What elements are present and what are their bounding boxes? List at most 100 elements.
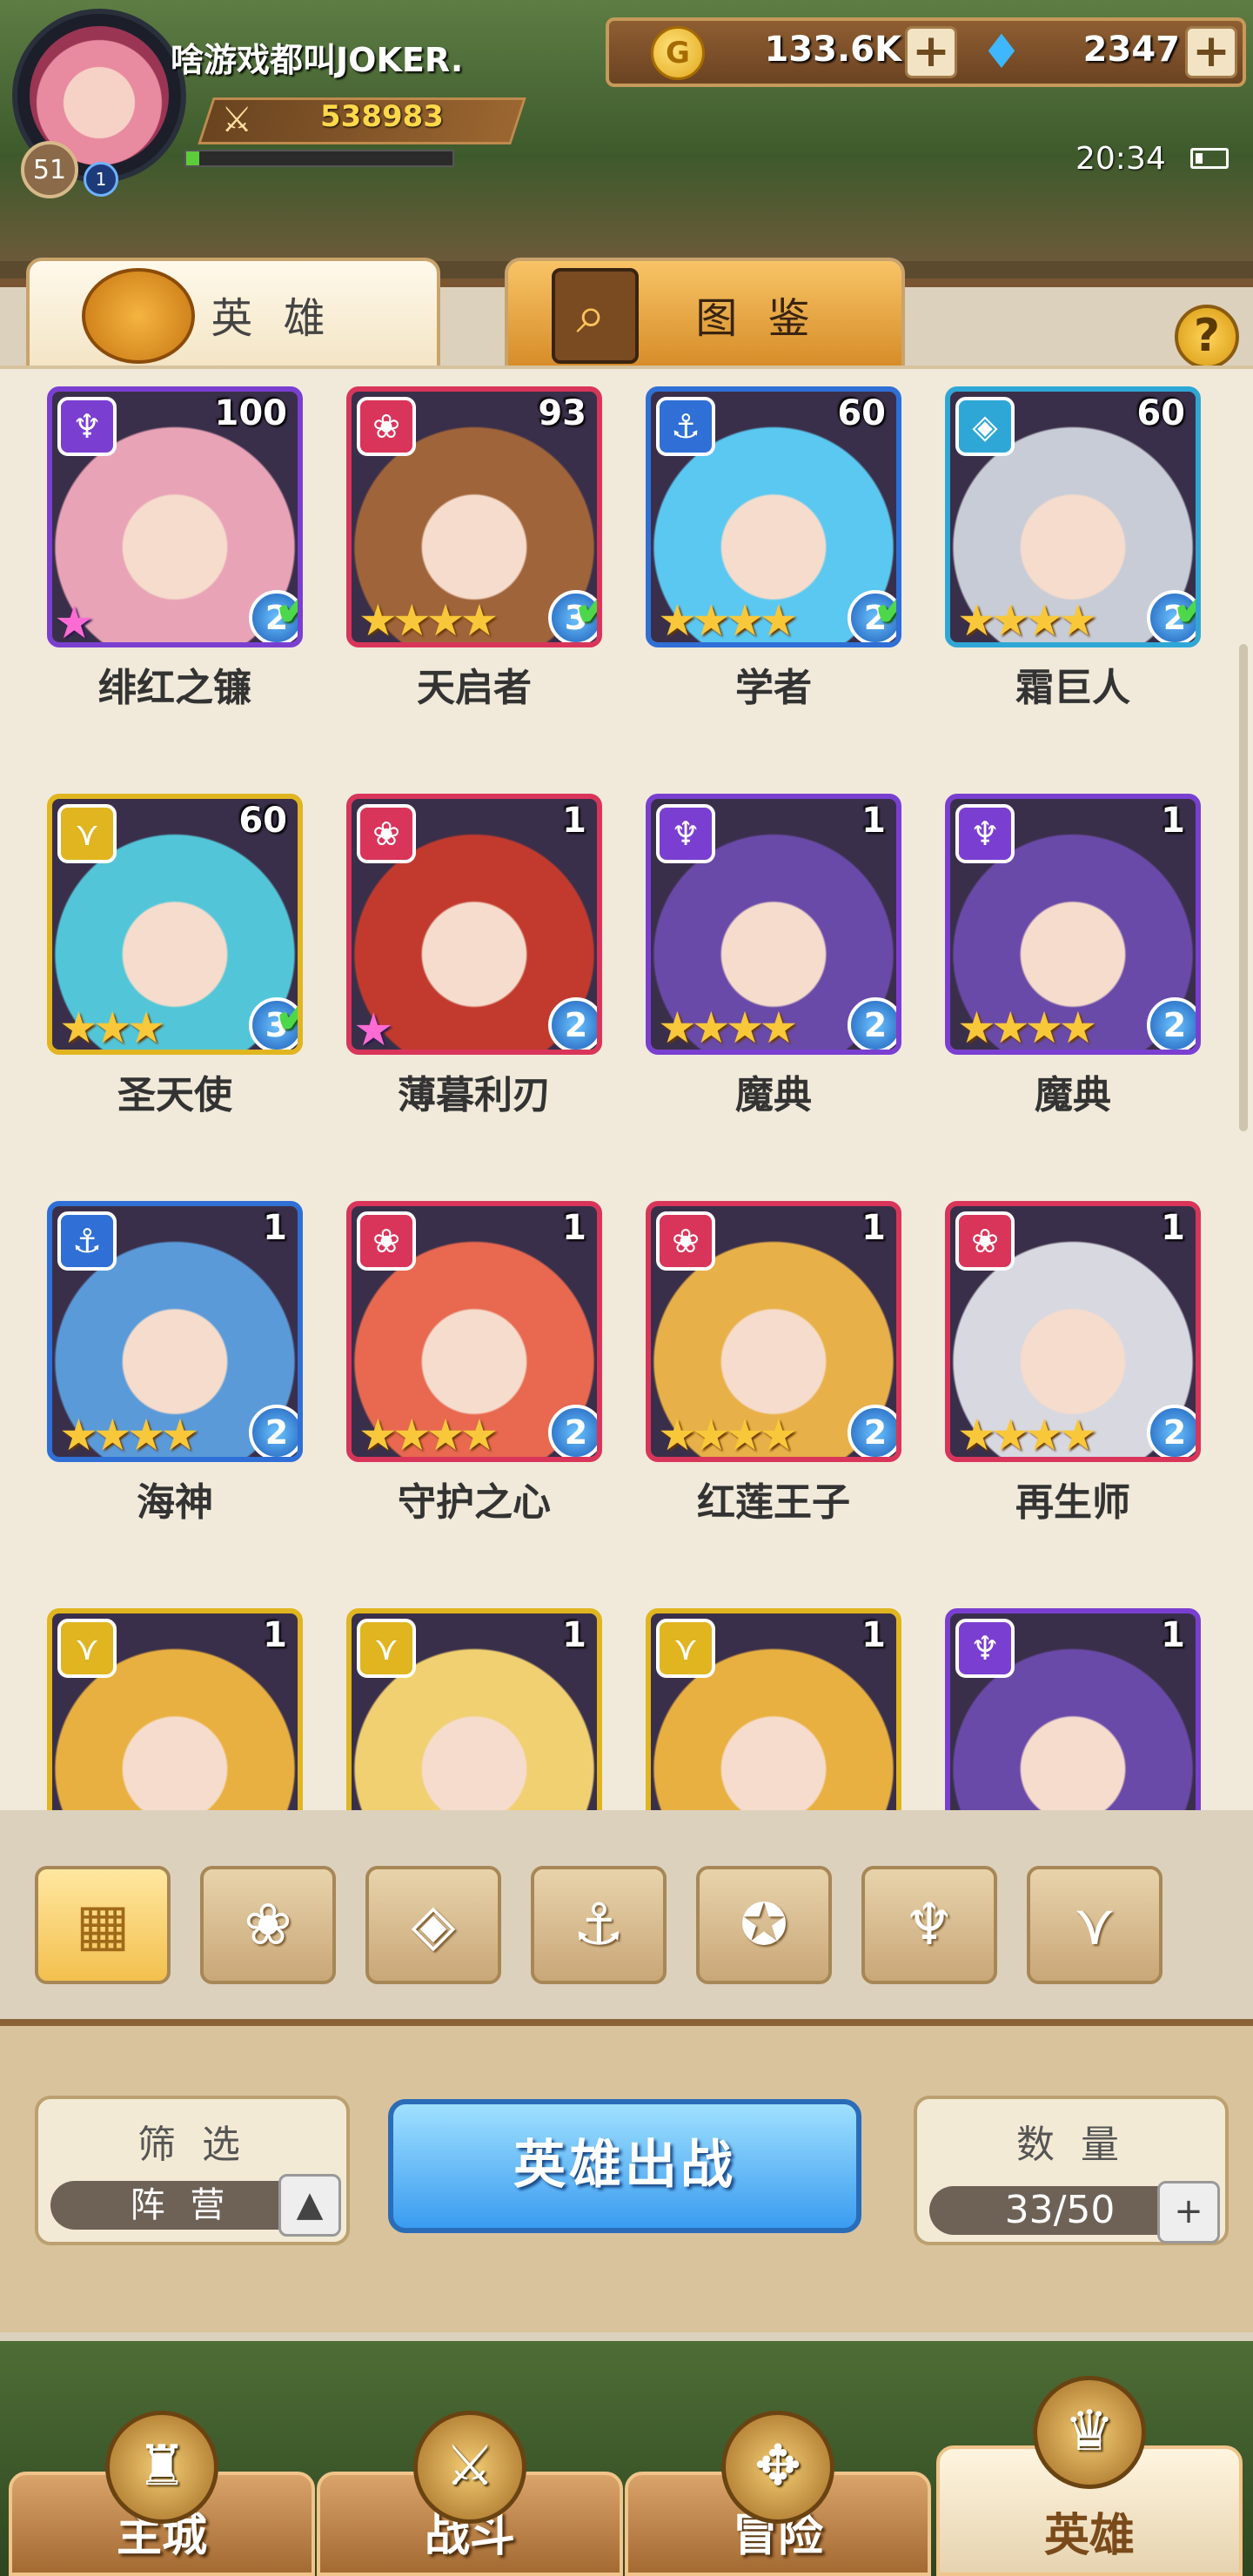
filter-title: 筛 选 xyxy=(137,2123,247,2167)
star-rating: ★★★★ xyxy=(658,1410,798,1460)
hero-card[interactable]: ♆ 1 ★★★★ 2 魔典 xyxy=(646,794,901,1121)
hero-level: 1 xyxy=(562,1208,586,1248)
castle-icon: ♜ xyxy=(105,2411,218,2524)
wing-icon: ⋎ xyxy=(357,1619,416,1678)
hero-name: 天启者 xyxy=(417,666,532,710)
filter-wing-button[interactable]: ⋎ xyxy=(1027,1866,1163,1984)
hero-card[interactable]: ❀ 1 ★★★★ 2 守护之心 xyxy=(346,1201,602,1528)
hero-level: 1 xyxy=(263,1208,287,1248)
hero-portrait: ❀ 1 ★★★★ 2 xyxy=(646,1201,901,1462)
help-button[interactable]: ? xyxy=(1175,305,1239,369)
hero-portrait: ◈ 60★★★★2✔ xyxy=(945,386,1201,647)
hero-level: 93 xyxy=(538,393,586,433)
hero-name: 薄暮利刃 xyxy=(398,1073,551,1117)
count-panel: 数 量 33/50 + xyxy=(914,2096,1229,2245)
anchor-icon: ⚓ xyxy=(573,1891,625,1958)
hero-portrait: ♆ 1 ★★★★ 2 xyxy=(646,794,901,1055)
hero-portrait: ⋎ 1 xyxy=(47,1608,303,1810)
hero-card[interactable]: ⋎ 1 xyxy=(346,1608,602,1810)
star-rating: ★★★★ xyxy=(358,1410,499,1460)
hero-name: 海神 xyxy=(137,1480,213,1525)
hero-card[interactable]: ♆ 1 xyxy=(945,1608,1201,1810)
hero-card[interactable]: ❀ 1 ★★★★ 2 再生师 xyxy=(945,1201,1201,1528)
add-slot-button[interactable]: + xyxy=(1157,2181,1220,2244)
filter-diamond-button[interactable]: ◈ xyxy=(365,1866,501,1984)
hero-card[interactable]: ⚓ 60★★★★2✔学者 xyxy=(646,386,901,714)
lotus-icon: ❀ xyxy=(357,1211,416,1271)
hero-portrait: ❀ 1 ★ 2 xyxy=(346,794,602,1055)
hero-card[interactable]: ◈ 60★★★★2✔ 霜巨人 xyxy=(945,386,1201,714)
battery-icon xyxy=(1190,148,1229,169)
hero-card[interactable]: ♆ 1 ★★★★ 2 魔典 xyxy=(945,794,1201,1121)
hero-level: 1 xyxy=(1161,801,1185,841)
tab-heroes[interactable]: 英 雄 xyxy=(26,258,440,371)
lotus-icon: ❀ xyxy=(244,1891,292,1958)
horn-icon: ♆ xyxy=(955,1619,1015,1678)
hero-grid[interactable]: ♆ 100★2✔绯红之镰 ❀ 93★★★★3✔天启者 ⚓ 60★★★★2✔学者 … xyxy=(0,366,1253,1810)
filter-grid-button[interactable]: ▦ xyxy=(35,1866,171,1984)
crossed-swords-icon: ⚔ xyxy=(413,2411,526,2524)
hero-card[interactable]: ❀ 93★★★★3✔天启者 xyxy=(346,386,602,714)
hero-name: 红莲王子 xyxy=(697,1480,850,1525)
horn-icon: ♆ xyxy=(57,397,117,456)
player-name: 啥游戏都叫JOKER. xyxy=(171,41,464,79)
hero-crest-icon: ♛ xyxy=(1033,2376,1146,2489)
player-level-badge: 51 xyxy=(21,141,78,198)
lotus-icon: ❀ xyxy=(656,1211,715,1271)
hero-name: 绯红之镰 xyxy=(98,666,251,710)
check-icon: ✔ xyxy=(1171,576,1196,641)
hero-card[interactable]: ⋎ 1 xyxy=(47,1608,303,1810)
tab-codex[interactable]: ⌕ 图 鉴 xyxy=(505,258,905,371)
diamond-icon: ◈ xyxy=(411,1891,456,1958)
add-gems-button[interactable]: + xyxy=(1185,26,1237,78)
star-rating: ★★★★ xyxy=(658,595,798,646)
wing-icon: ⋎ xyxy=(57,804,117,863)
star-rating: ★★★★ xyxy=(59,1410,199,1460)
chevron-up-icon[interactable]: ▲ xyxy=(278,2174,341,2237)
magnifier-icon: ⌕ xyxy=(552,268,639,364)
check-icon: ✔ xyxy=(273,983,298,1048)
grade-badge: 2 xyxy=(848,1405,896,1457)
hero-portrait: ♆ 1 ★★★★ 2 xyxy=(945,794,1201,1055)
hero-portrait: ⋎ 1 xyxy=(346,1608,602,1810)
horn-icon: ♆ xyxy=(955,804,1015,863)
map-icon: ✥ xyxy=(721,2411,834,2524)
star-rating: ★★★★ xyxy=(658,1003,798,1053)
lotus-icon: ❀ xyxy=(955,1211,1015,1271)
hero-card[interactable]: ⋎ 60★★★3✔圣天使 xyxy=(47,794,303,1121)
tab-codex-label: 图 鉴 xyxy=(695,294,819,343)
scrollbar[interactable] xyxy=(1239,644,1248,1131)
hero-portrait: ❀ 1 ★★★★ 2 xyxy=(346,1201,602,1462)
filter-anchor-button[interactable]: ⚓ xyxy=(531,1866,667,1984)
horn-icon: ♆ xyxy=(903,1891,955,1958)
filter-beast-button[interactable]: ✪ xyxy=(696,1866,832,1984)
hero-card[interactable]: ♆ 100★2✔绯红之镰 xyxy=(47,386,303,714)
wing-icon: ⋎ xyxy=(656,1619,715,1678)
hero-card[interactable]: ⋎ 1 xyxy=(646,1608,901,1810)
hero-level: 1 xyxy=(861,1615,886,1655)
hero-card[interactable]: ❀ 1 ★ 2 薄暮利刃 xyxy=(346,794,602,1121)
horn-icon: ♆ xyxy=(656,804,715,863)
rainbow-star-icon: ★ xyxy=(353,1004,394,1055)
grid-icon: ▦ xyxy=(75,1891,131,1958)
add-gold-button[interactable]: + xyxy=(905,26,957,78)
faction-filter-strip: ▦ ❀ ◈ ⚓ ✪ ♆ ⋎ xyxy=(35,1866,1236,1988)
crossed-swords-icon: ⚔ xyxy=(221,100,252,140)
exp-bar xyxy=(184,150,454,167)
filter-lotus-button[interactable]: ❀ xyxy=(200,1866,336,1984)
hero-card[interactable]: ❀ 1 ★★★★ 2 红莲王子 xyxy=(646,1201,901,1528)
hero-level: 60 xyxy=(837,393,886,433)
hero-name: 霜巨人 xyxy=(1015,666,1130,710)
hero-level: 100 xyxy=(214,393,288,433)
filter-value[interactable]: 阵 营 xyxy=(50,2181,312,2230)
gold-coin-icon: G xyxy=(651,26,705,80)
hero-card[interactable]: ⚓ 1 ★★★★ 2 海神 xyxy=(47,1201,303,1528)
star-rating: ★★★ xyxy=(59,1003,166,1053)
filter-horn-button[interactable]: ♆ xyxy=(861,1866,997,1984)
deploy-heroes-button[interactable]: 英雄出战 xyxy=(388,2099,861,2233)
rainbow-star-icon: ★ xyxy=(54,597,95,647)
check-icon: ✔ xyxy=(872,576,896,641)
star-rating: ★★★★ xyxy=(358,595,499,646)
gem-amount: 2347 xyxy=(1082,30,1180,70)
hero-name: 圣天使 xyxy=(117,1073,232,1117)
